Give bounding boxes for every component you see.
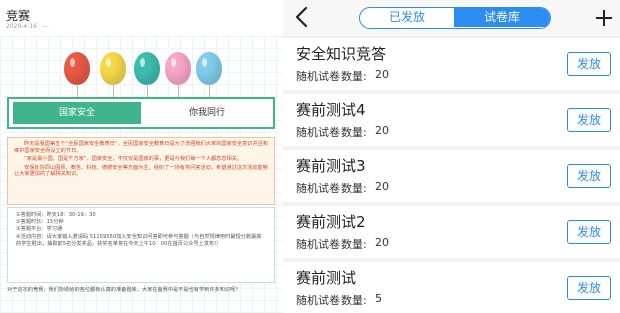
paper-quantity-label: 数量:	[341, 126, 367, 139]
paper-card[interactable]: 赛前测试3 随机试卷 数量: 20 发放	[283, 150, 620, 202]
topic-tabs: 国家安全 你我同行	[7, 97, 275, 129]
paper-name: 赛前测试3	[296, 157, 366, 175]
issue-button[interactable]: 发放	[567, 276, 611, 300]
paper-quantity: 20	[375, 180, 389, 193]
issue-button[interactable]: 发放	[567, 164, 611, 188]
paper-card[interactable]: 赛前测试 随机试卷 数量: 5 发放	[283, 262, 620, 313]
paper-card[interactable]: 赛前测试4 随机试卷 数量: 20 发放	[283, 94, 620, 146]
paper-name: 赛前测试	[296, 269, 357, 287]
paper-quantity-label: 数量:	[341, 238, 367, 251]
rule-line: ③答题平台：学习通	[16, 226, 63, 233]
paper-type: 随机试卷	[296, 182, 340, 195]
rule-line: ④活动内容：请大家输入邀请码 51159550加入安全知识问答即可参与答题（与自…	[16, 233, 262, 247]
paper-quantity-label: 数量:	[341, 182, 367, 195]
paper-card[interactable]: 安全知识竞答 随机试卷 数量: 20 发放	[283, 38, 620, 90]
balloon-blue	[196, 52, 222, 85]
article-pane: 竞赛 2020-4-16 … 国家安全 你我同行 昨天是我国第五个“全民国家安全…	[0, 0, 283, 313]
balloon-pink	[165, 52, 191, 85]
paper-library-pane: 已发放 试卷库 安全知识竞答 随机试卷 数量: 20 发放 赛前测试4 随机试卷…	[283, 0, 620, 313]
paper-card[interactable]: 赛前测试2 随机试卷 数量: 20 发放	[283, 206, 620, 258]
intro-paragraph: “家是最小国，国是千万家”，国家安全，不仅仅是国家的事，更是与我们每一个人都息息…	[24, 156, 243, 163]
paper-type: 随机试卷	[296, 126, 340, 139]
intro-paragraph: 安保处协同山图师、教务、科技、德德安全等方面为主，组织了一场有奖问答活动，希望通…	[14, 164, 268, 178]
paper-type: 随机试卷	[296, 238, 340, 251]
issue-button[interactable]: 发放	[567, 108, 611, 132]
segmented-control: 已发放 试卷库	[359, 7, 551, 29]
intro-paragraph: 昨天是我国第五个“全民国家安全教育日”，全民国家安全教育日是为了增强我们大家的国…	[14, 141, 269, 154]
nav-bar: 已发放 试卷库	[283, 0, 620, 36]
paper-quantity-label: 数量:	[341, 70, 367, 83]
balloon-red	[64, 52, 90, 85]
rules-box: ①答题时间：昨天18：30-19：30 ②答题时长：15分钟 ③答题平台：学习通…	[7, 207, 275, 283]
paper-quantity: 20	[375, 68, 389, 81]
balloon-teal	[134, 52, 160, 85]
tab-walk-together[interactable]: 你我同行	[145, 102, 269, 124]
paper-type: 随机试卷	[296, 70, 340, 83]
plus-icon[interactable]	[593, 7, 615, 29]
intro-box: 昨天是我国第五个“全民国家安全教育日”，全民国家安全教育日是为了增强我们大家的国…	[7, 137, 275, 205]
back-chevron-icon[interactable]	[291, 4, 313, 30]
article-header: 竞赛 2020-4-16 …	[0, 0, 283, 36]
paper-type: 随机试卷	[296, 294, 340, 307]
tab-national-security[interactable]: 国家安全	[13, 102, 141, 124]
article-title: 竞赛	[6, 9, 31, 23]
paper-quantity-label: 数量:	[341, 294, 367, 307]
article-date-more: …	[42, 21, 49, 29]
issue-button[interactable]: 发放	[567, 52, 611, 76]
article-date: 2020-4-16	[6, 23, 38, 30]
tab-paper-library[interactable]: 试卷库	[454, 8, 550, 27]
issue-button[interactable]: 发放	[567, 220, 611, 244]
paper-name: 赛前测试4	[296, 101, 366, 119]
paper-quantity: 5	[375, 292, 382, 305]
tab-issued[interactable]: 已发放	[360, 8, 454, 27]
paper-quantity: 20	[375, 236, 389, 249]
balloon-yellow	[100, 52, 126, 85]
paper-name: 安全知识竞答	[296, 45, 387, 63]
paper-name: 赛前测试2	[296, 213, 366, 231]
paper-quantity: 20	[375, 124, 389, 137]
outro-text: 对于这次的竞赛，我们协助给的各位都有认真的准备题库，大家在备赛中是不是也有学到许…	[7, 287, 241, 293]
